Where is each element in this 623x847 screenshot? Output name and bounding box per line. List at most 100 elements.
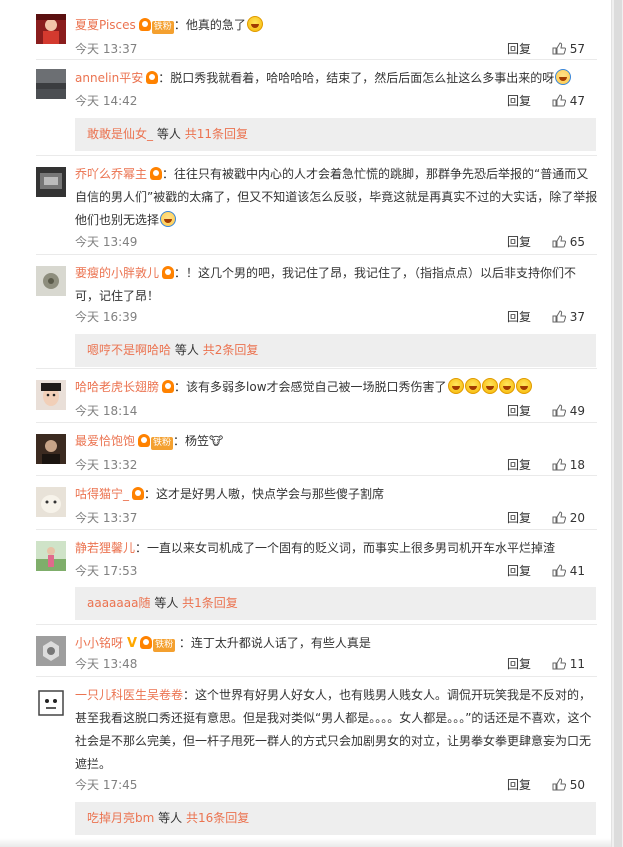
avatar[interactable] [36,541,66,571]
comment-text: 静若狸馨儿：一直以来女司机成了一个固有的贬义词，而事实上很多男司机开车水平烂掉渣 [75,537,598,560]
comment-meta: 今天 17:45 回复 50 [75,776,598,794]
username[interactable]: 最爱恰饱饱 [75,434,135,448]
scrollbar[interactable] [611,0,623,847]
username[interactable]: 静若狸馨儿 [75,541,135,555]
scrollbar-thumb[interactable] [614,0,622,847]
like-button[interactable]: 65 [552,233,585,251]
comment-meta: 今天 13:48 回复 11 [75,655,598,673]
reply-author[interactable]: 嗯哼不是啊哈哈 [87,343,171,357]
reply-count[interactable]: 共16条回复 [186,811,249,825]
comment-text: 要瘦的小胖敦儿 ：！这几个男的吧，我记住了昂，我记住了，（指指点点）以后非支持你们… [75,262,598,308]
reply-author[interactable]: 吃掉月亮bm [87,811,154,825]
avatar[interactable] [36,487,66,517]
crown-icon [162,380,175,393]
comment-body: ：他真的急了 [173,18,246,32]
comment-body: ：该有多弱多low才会感觉自己被一场脱口秀伤害了 [174,380,447,394]
comment-meta: 今天 17:53 回复 41 [75,562,598,580]
like-button[interactable]: 18 [552,456,585,474]
reply-button[interactable]: 回复 [507,655,531,673]
divider [36,676,597,677]
reply-author[interactable]: aaaaaaa随 [87,596,150,610]
comment-text: annelin平安 ：脱口秀我就看着，哈哈哈哈，结束了，然后后面怎么扯这么多事出来… [75,67,598,90]
verified-icon: V [127,636,138,651]
avatar[interactable] [36,636,66,666]
avatar[interactable] [36,688,66,718]
username[interactable]: 一只儿科医生吴卷卷 [75,688,183,702]
like-button[interactable]: 41 [552,562,585,580]
avatar[interactable] [36,380,66,410]
more-replies[interactable]: 吃掉月亮bm 等人 共16条回复 [75,802,596,835]
more-replies[interactable]: 敢敢是仙女_ 等人 共11条回复 [75,118,596,151]
divider [36,624,597,625]
like-count: 11 [569,657,585,671]
username[interactable]: 小小铭呀 [75,636,123,650]
comment-meta: 今天 18:14 回复 49 [75,402,598,420]
like-count: 57 [569,42,585,56]
timestamp: 今天 13:37 [75,42,138,56]
comment-meta: 今天 13:37 回复 20 [75,509,598,527]
reply-count[interactable]: 共1条回复 [182,596,238,610]
reply-button[interactable]: 回复 [507,509,531,527]
timestamp: 今天 16:39 [75,310,138,324]
username[interactable]: 乔吖么乔幂主 [75,167,147,181]
reply-button[interactable]: 回复 [507,233,531,251]
reply-button[interactable]: 回复 [507,92,531,110]
shrug-emoji-icon [160,211,177,227]
timestamp: 今天 13:32 [75,458,138,472]
reply-button[interactable]: 回复 [507,308,531,326]
like-button[interactable]: 11 [552,655,585,673]
thumbs-up-icon [552,235,566,248]
comment-text: 一只儿科医生吴卷卷：这个世界有好男人好女人，也有贱男人贱女人。调侃开玩笑我是不反… [75,684,598,776]
reply-button[interactable]: 回复 [507,402,531,420]
avatar[interactable] [36,69,66,99]
crown-icon [162,266,175,279]
with-others-label: 等人 [156,127,181,141]
like-button[interactable]: 57 [552,40,585,58]
timestamp: 今天 18:14 [75,404,138,418]
divider [36,422,597,423]
crown-icon [146,71,159,84]
like-button[interactable]: 37 [552,308,585,326]
username[interactable]: 要瘦的小胖敦儿 [75,266,159,280]
avatar[interactable] [36,167,66,197]
more-replies[interactable]: aaaaaaa随 等人 共1条回复 [75,587,596,620]
like-button[interactable]: 49 [552,402,585,420]
avatar[interactable] [36,434,66,464]
more-replies[interactable]: 嗯哼不是啊哈哈 等人 共2条回复 [75,334,596,367]
like-button[interactable]: 47 [552,92,585,110]
like-button[interactable]: 20 [552,509,585,527]
reply-button[interactable]: 回复 [507,456,531,474]
reply-count[interactable]: 共2条回复 [203,343,259,357]
crown-icon [138,434,151,447]
username[interactable]: 哈哈老虎长翅膀 [75,380,159,394]
laughing-emoji-icon [464,378,481,394]
reply-button[interactable]: 回复 [507,40,531,58]
comment-meta: 今天 13:49 回复 65 [75,233,598,251]
comment-text: 小小铭呀 V 铁粉 ：连丁太升都说人话了，有些人真是 [75,632,598,655]
like-button[interactable]: 50 [552,776,585,794]
like-count: 37 [569,310,585,324]
crown-icon [138,18,151,31]
thumbs-up-icon [552,42,566,55]
thumbs-up-icon [552,310,566,323]
like-count: 47 [569,94,585,108]
reply-button[interactable]: 回复 [507,776,531,794]
avatar[interactable] [36,14,66,44]
timestamp: 今天 13:49 [75,235,138,249]
username[interactable]: 咕得猫宁_ [75,487,129,501]
reply-button[interactable]: 回复 [507,562,531,580]
bottom-edge [0,838,611,847]
divider [36,155,597,156]
avatar[interactable] [36,266,66,296]
thumbs-up-icon [552,458,566,471]
username[interactable]: annelin平安 [75,71,143,85]
with-others-label: 等人 [174,343,199,357]
reply-author[interactable]: 敢敢是仙女_ [87,127,153,141]
like-count: 49 [569,404,585,418]
reply-count[interactable]: 共11条回复 [185,127,248,141]
fan-badge: 铁粉 [153,639,176,652]
thumbs-up-icon [552,511,566,524]
username[interactable]: 夏夏Pisces [75,18,136,32]
crown-icon [132,487,145,500]
thumbs-up-icon [552,404,566,417]
